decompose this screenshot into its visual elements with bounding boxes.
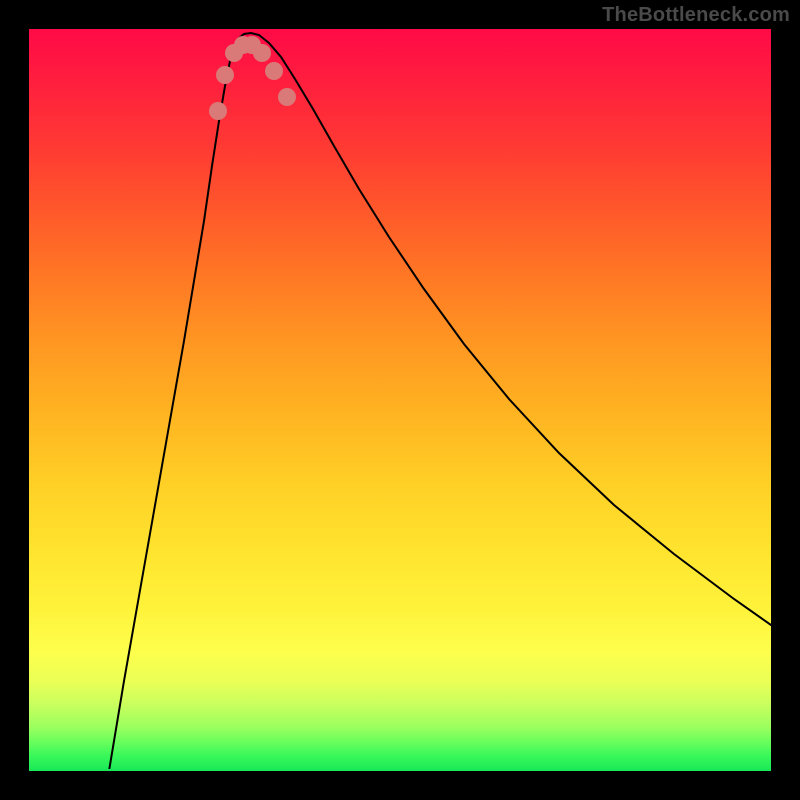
curve-marker [253,44,271,62]
chart-frame: TheBottleneck.com [0,0,800,800]
curve-marker [209,102,227,120]
watermark-text: TheBottleneck.com [602,4,790,27]
curve-marker [265,62,283,80]
marker-group [209,36,296,120]
plot-area [29,29,771,771]
curve-marker [278,88,296,106]
curve-svg [29,29,771,771]
curve-marker [216,66,234,84]
bottleneck-curve [109,33,771,771]
plot-bottom-edge [29,769,771,771]
